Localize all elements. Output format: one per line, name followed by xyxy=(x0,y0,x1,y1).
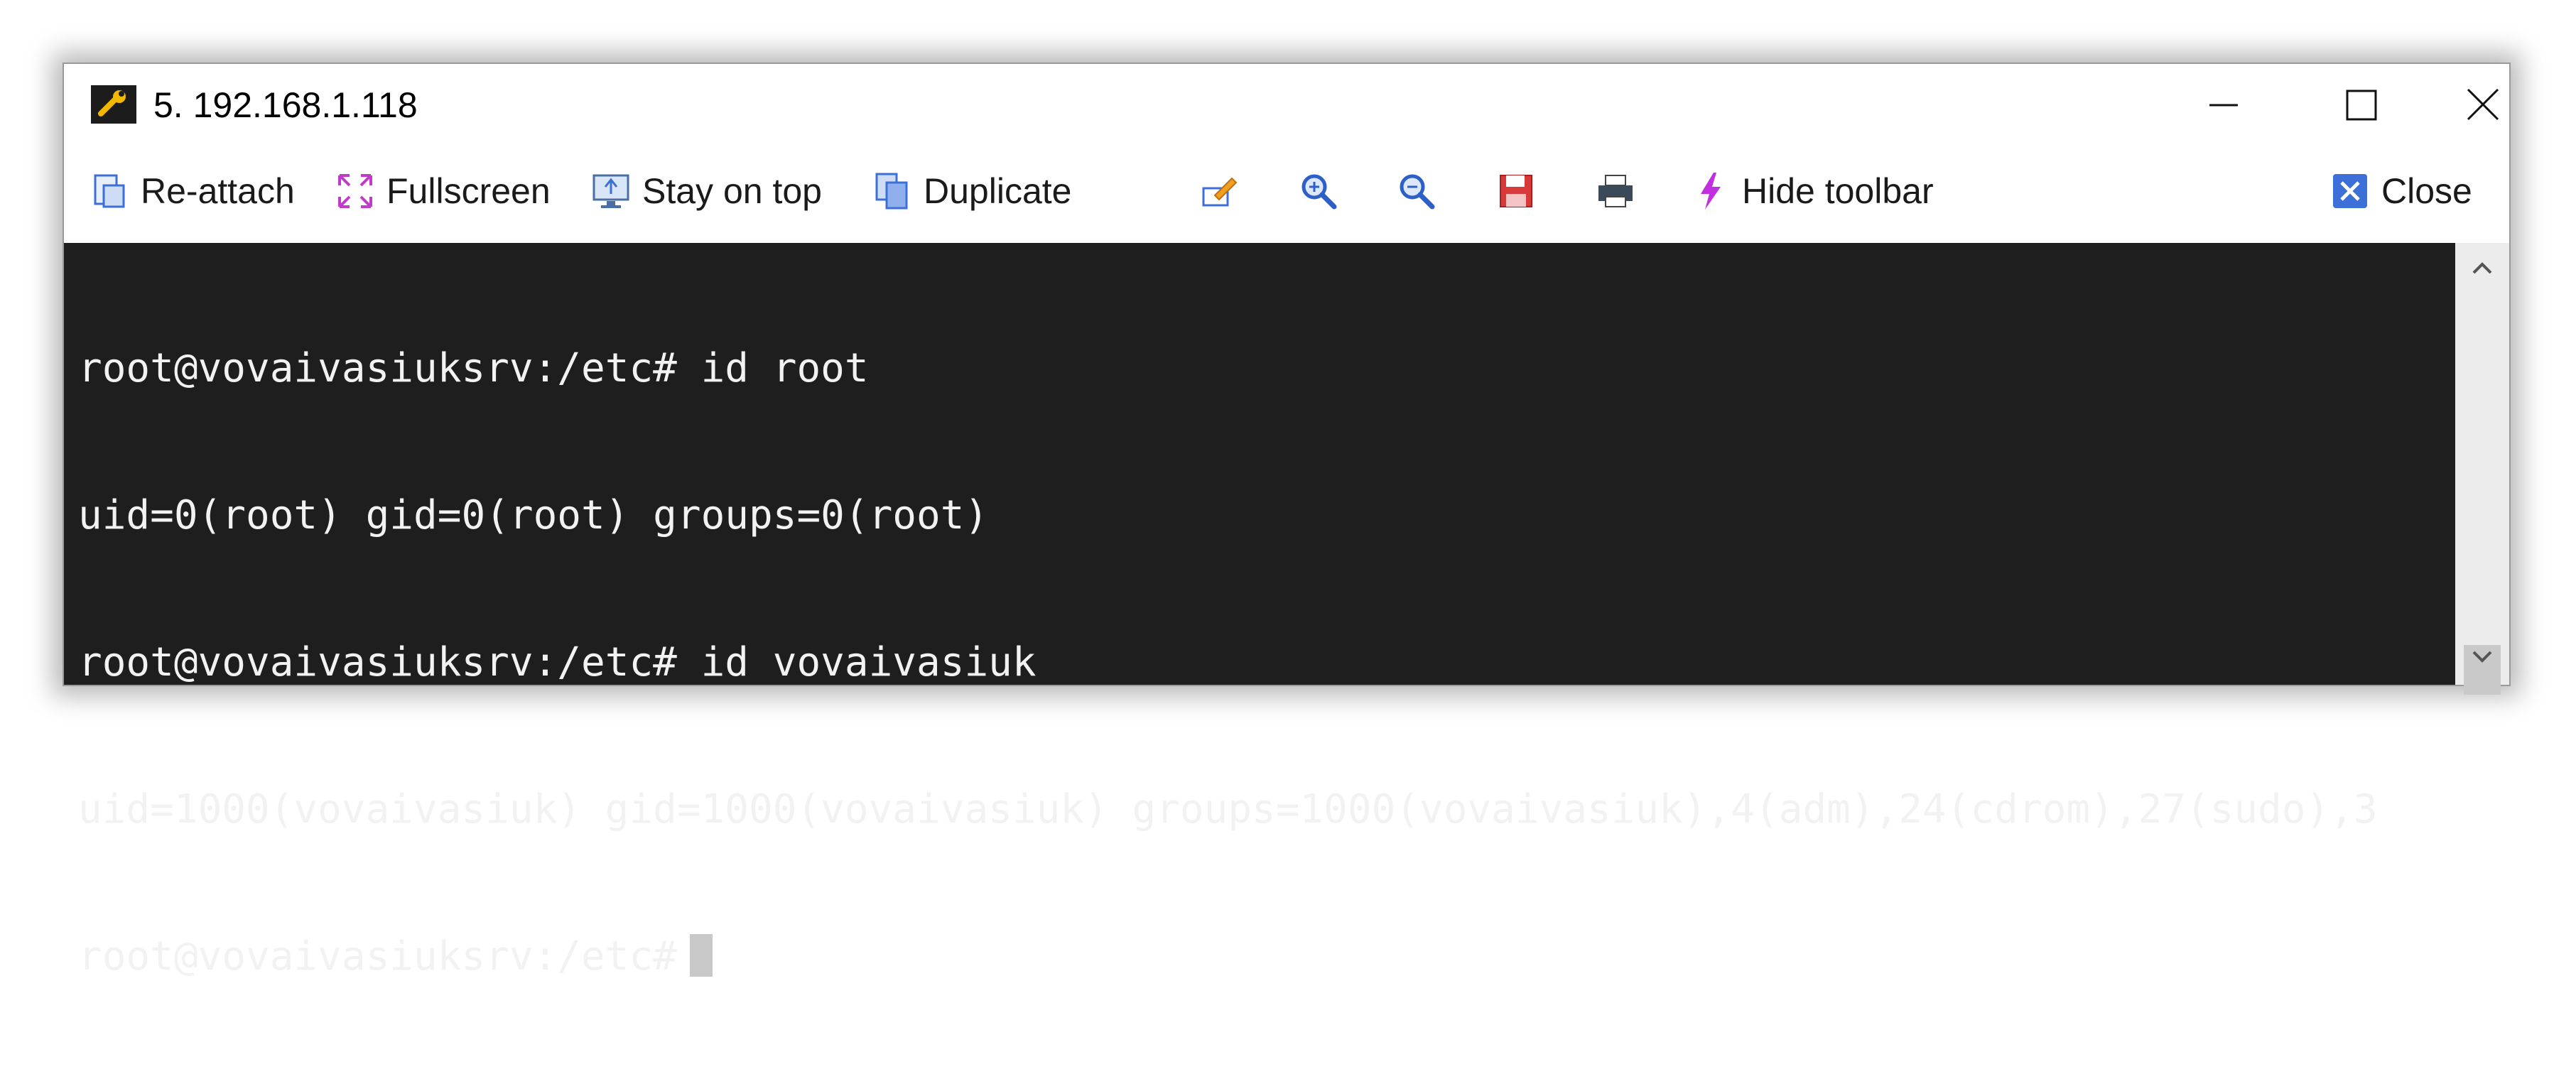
scroll-up-button[interactable] xyxy=(2455,243,2509,297)
reattach-button[interactable]: Re-attach xyxy=(90,166,295,216)
stay-on-top-button[interactable]: Stay on top xyxy=(591,166,822,216)
monitor-icon xyxy=(592,174,629,208)
close-x-icon xyxy=(2467,88,2499,121)
vertical-scrollbar[interactable] xyxy=(2455,243,2509,695)
terminal-prompt: root@vovaivasiuksrv:/etc# xyxy=(78,933,677,980)
duplicate-icon xyxy=(875,173,908,210)
close-x-icon xyxy=(2333,174,2367,208)
terminal-line: uid=0(root) gid=0(root) groups=0(root) xyxy=(78,492,989,538)
minimize-button[interactable] xyxy=(2180,71,2265,142)
hide-toolbar-button[interactable]: Hide toolbar xyxy=(1691,166,1934,216)
close-button[interactable]: Close xyxy=(2330,166,2472,216)
print-button[interactable] xyxy=(1596,166,1635,216)
chevron-up-icon xyxy=(2472,262,2492,274)
duplicate-button[interactable]: Duplicate xyxy=(872,166,1071,216)
reattach-icon xyxy=(94,174,125,208)
edit-button[interactable] xyxy=(1199,166,1239,216)
save-button[interactable] xyxy=(1496,166,1536,216)
minimize-icon xyxy=(2209,104,2238,107)
close-label: Close xyxy=(2381,171,2472,211)
zoom-in-button[interactable] xyxy=(1299,166,1338,216)
hide-toolbar-label: Hide toolbar xyxy=(1742,171,1934,211)
terminal-line: root@vovaivasiuksrv:/etc# id vovaivasiuk xyxy=(78,639,1037,685)
terminal-prompt-line: root@vovaivasiuksrv:/etc# xyxy=(78,932,2378,981)
pencil-icon xyxy=(1202,177,1238,207)
terminal-text: root@vovaivasiuksrv:/etc# id root uid=0(… xyxy=(78,246,2378,1079)
zoom-in-icon xyxy=(1301,174,1337,210)
zoom-out-icon xyxy=(1400,174,1435,210)
printer-icon xyxy=(1598,175,1633,207)
terminal-cursor xyxy=(689,934,713,977)
scroll-down-button[interactable] xyxy=(2455,631,2509,685)
title-bar[interactable]: 5. 192.168.1.118 xyxy=(64,64,2509,148)
window-close-button[interactable] xyxy=(2457,71,2542,142)
duplicate-label: Duplicate xyxy=(924,171,1072,211)
terminal-window: 5. 192.168.1.118 Re-attach Fullscreen St… xyxy=(63,63,2511,980)
fullscreen-label: Fullscreen xyxy=(386,171,551,211)
terminal-line: uid=1000(vovaivasiuk) gid=1000(vovaivasi… xyxy=(78,786,2378,833)
fullscreen-icon xyxy=(338,174,372,208)
window-title: 5. 192.168.1.118 xyxy=(153,85,418,125)
chevron-down-icon xyxy=(2472,651,2492,663)
fullscreen-button[interactable]: Fullscreen xyxy=(335,166,551,216)
wrench-icon xyxy=(91,85,136,124)
maximize-icon xyxy=(2346,90,2377,121)
toolbar: Re-attach Fullscreen Stay on top Duplica… xyxy=(64,148,2509,234)
terminal-line: root@vovaivasiuksrv:/etc# id root xyxy=(78,345,869,391)
lightning-icon xyxy=(1701,173,1721,210)
floppy-icon xyxy=(1500,175,1532,207)
zoom-out-button[interactable] xyxy=(1397,166,1436,216)
terminal-output[interactable]: root@vovaivasiuksrv:/etc# id root uid=0(… xyxy=(64,243,2455,980)
reattach-label: Re-attach xyxy=(141,171,295,211)
maximize-button[interactable] xyxy=(2317,71,2403,142)
stay-on-top-label: Stay on top xyxy=(642,171,822,211)
